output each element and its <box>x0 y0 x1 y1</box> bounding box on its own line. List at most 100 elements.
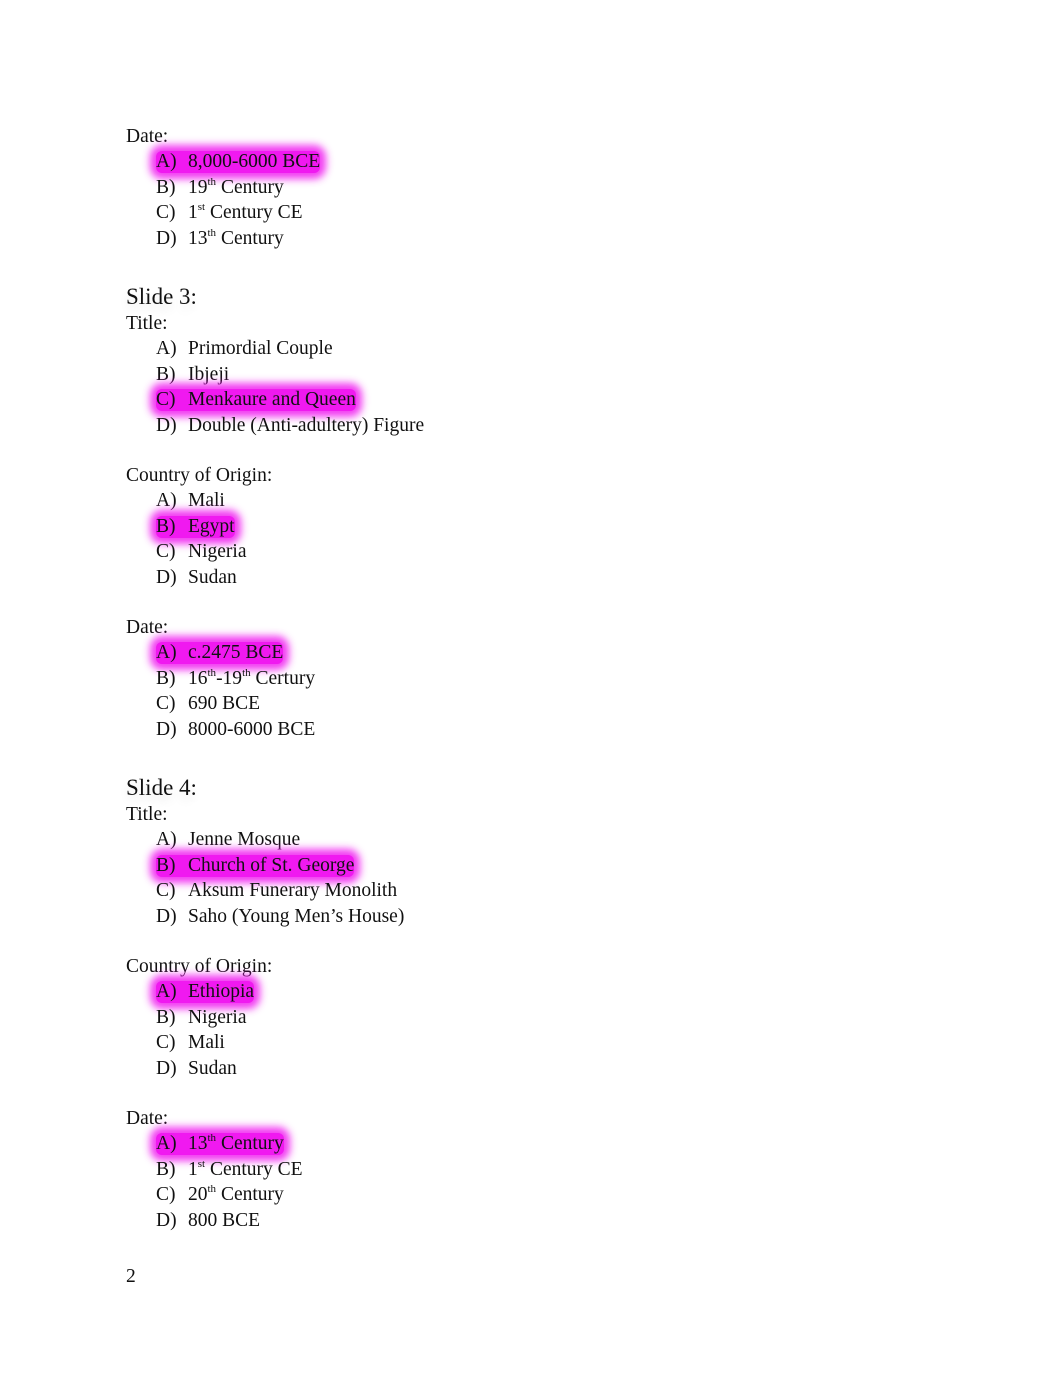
option-text: 8,000-6000 BCE <box>188 151 321 172</box>
answer-options: A) c.2475 BCE B) 16th-19th Certury C) 690 BCE… <box>126 640 946 742</box>
option-text-wrap: B) 1st Century CE <box>156 1157 303 1180</box>
question-group: Title: A) Jenne Mosque B) Church of St. Geor… <box>126 802 946 929</box>
option-text: Century <box>216 1133 284 1154</box>
answer-option: B) Ibjeji <box>126 362 946 388</box>
option-text: Menkaure and Queen <box>188 389 356 410</box>
option-text: Century <box>216 1184 284 1205</box>
question-label: Date: <box>126 617 169 638</box>
option-text-wrap: C) Nigeria <box>156 541 246 562</box>
answer-option: A) Mali <box>126 488 946 514</box>
option-letter: B) <box>156 667 176 689</box>
option-letter: C) <box>156 1184 176 1205</box>
question-label: Country of Origin: <box>126 465 273 486</box>
option-letter: B) <box>156 515 176 537</box>
answer-options: A) 13th Century B) 1st Century CE C) 20th Cen… <box>126 1131 946 1233</box>
answer-options: A) Mali B) Egypt C) Nigeria D) Sudan <box>126 488 946 590</box>
highlight-mark: A) 8,000-6000 BCE <box>156 151 321 173</box>
answer-option: C) Nigeria <box>126 539 946 565</box>
option-text-wrap: D) 800 BCE <box>156 1210 260 1231</box>
ordinal-suffix: st <box>197 1157 206 1170</box>
option-text: 1 <box>188 1158 198 1180</box>
option-text: Jenne Mosque <box>188 829 301 850</box>
option-text-wrap: B) 16th-19th Certury <box>156 666 315 689</box>
ordinal-suffix: th <box>207 666 217 679</box>
question-label: Date: <box>126 1108 169 1129</box>
ordinal-suffix: th <box>207 1132 217 1144</box>
option-letter: C) <box>156 541 176 562</box>
answer-option-selected: B) Egypt <box>126 514 946 540</box>
question-label: Country of Origin: <box>126 956 273 977</box>
option-text: Century <box>216 227 284 249</box>
answer-option-selected: A) Ethiopia <box>126 979 946 1005</box>
question-group: Date: A) 13th Century B) 1st Century CE C) 20t… <box>126 1106 946 1233</box>
answer-option: D) Sudan <box>126 565 946 591</box>
question-label: Date: <box>126 126 169 147</box>
option-text: Church of St. George <box>188 854 355 876</box>
option-letter: A) <box>156 1133 177 1154</box>
page-number: 2 <box>126 1266 136 1287</box>
option-text: 690 BCE <box>188 693 261 714</box>
option-letter: A) <box>156 338 177 359</box>
option-letter: D) <box>156 1057 177 1079</box>
question-group: Date: A) c.2475 BCE B) 16th-19th Certury C) 69… <box>126 615 946 742</box>
answer-option-selected: B) Church of St. George <box>126 853 946 879</box>
question-group: Country of Origin: A) Mali B) Egypt C) Nigeria… <box>126 463 946 590</box>
option-text: Nigeria <box>188 541 247 562</box>
option-text: Century <box>216 176 284 198</box>
ordinal-suffix: th <box>207 226 217 239</box>
option-letter: C) <box>156 389 176 410</box>
option-text-wrap: C) 1st Century CE <box>156 201 303 224</box>
question-group: Date: A) 8,000-6000 BCE B) 19th Century C) 1st… <box>126 124 946 251</box>
option-letter: A) <box>156 490 177 511</box>
ordinal-suffix: st <box>197 201 206 213</box>
option-text: 1 <box>188 202 198 223</box>
option-letter: D) <box>156 905 177 927</box>
option-text: 20 <box>188 1184 208 1205</box>
option-text: Mali <box>188 490 225 511</box>
option-text-wrap: A) Mali <box>156 490 225 511</box>
answer-option: A) Primordial Couple <box>126 336 946 362</box>
slide-heading: Slide 4: <box>126 775 197 800</box>
option-text-wrap: B) Ibjeji <box>156 364 229 385</box>
option-text: 8000-6000 BCE <box>188 718 316 740</box>
option-text: c.2475 BCE <box>188 642 284 663</box>
highlight-mark: A) Ethiopia <box>156 981 255 1003</box>
option-text: Egypt <box>188 515 235 537</box>
option-letter: A) <box>156 642 177 663</box>
option-text: Ethiopia <box>188 981 255 1002</box>
option-letter: D) <box>156 1209 177 1231</box>
option-text: Primordial Couple <box>188 338 333 359</box>
answer-option: C) 690 BCE <box>126 691 946 717</box>
answer-option: D) Saho (Young Men’s House) <box>126 904 946 930</box>
option-letter: D) <box>156 566 177 588</box>
slide-heading: Slide 3: <box>126 284 197 309</box>
option-text: Sudan <box>188 1057 237 1079</box>
option-letter: D) <box>156 414 177 436</box>
ordinal-suffix: th <box>242 666 251 679</box>
option-text: 16 <box>188 667 208 689</box>
answer-option: C) 20th Century <box>126 1182 946 1208</box>
option-text: 19 <box>188 176 208 198</box>
answer-option-selected: C) Menkaure and Queen <box>126 387 946 413</box>
option-letter: B) <box>156 854 176 876</box>
document-page: Date: A) 8,000-6000 BCE B) 19th Century C) 1st… <box>126 124 946 1233</box>
option-letter: D) <box>156 227 177 249</box>
answer-option: A) Jenne Mosque <box>126 827 946 853</box>
option-text-wrap: D) Double (Anti-adultery) Figure <box>156 415 424 436</box>
answer-option: B) 16th-19th Certury <box>126 666 946 692</box>
option-text: Nigeria <box>188 1006 247 1028</box>
answer-option: C) Mali <box>126 1030 946 1056</box>
answer-option: D) 800 BCE <box>126 1208 946 1234</box>
option-letter: B) <box>156 363 176 385</box>
answer-options: A) Primordial Couple B) Ibjeji C) Menkaure an… <box>126 336 946 438</box>
option-text-wrap: C) 20th Century <box>156 1184 284 1206</box>
option-text: -19 <box>216 667 243 689</box>
answer-option: B) 1st Century CE <box>126 1157 946 1183</box>
option-text: Mali <box>188 1032 225 1053</box>
option-text: 13 <box>188 1133 208 1154</box>
highlight-mark: B) Egypt <box>156 515 235 538</box>
question-group: Country of Origin: A) Ethiopia B) Nigeria C) M… <box>126 954 946 1081</box>
option-letter: C) <box>156 880 176 901</box>
option-letter: B) <box>156 1158 176 1180</box>
answer-option: C) Aksum Funerary Monolith <box>126 878 946 904</box>
